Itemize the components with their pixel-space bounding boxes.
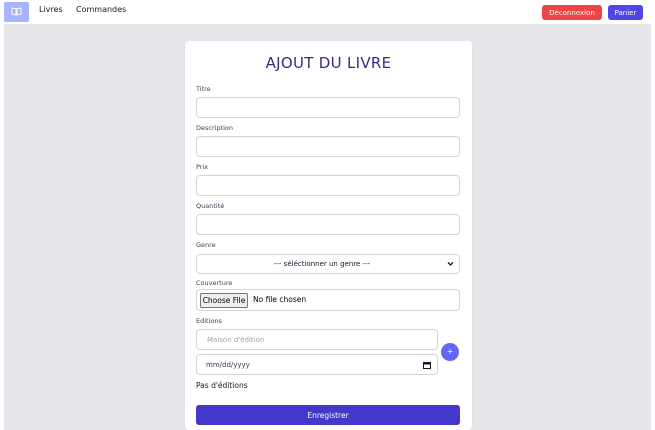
top-navbar: Livres Commandes Déconnexion Panier [0,0,655,24]
file-status: No file chosen [253,295,307,304]
couverture-file-input[interactable]: Choose File No file chosen [196,289,460,311]
genre-select[interactable]: --- séléctionner un genre --- [196,254,460,274]
publisher-placeholder: Maison d'édition [207,336,265,344]
genre-label: Genre [196,241,216,249]
add-book-card: AJOUT DU LIVRE Titre Description Prix Qu… [185,41,472,430]
choose-file-button[interactable]: Choose File [200,293,248,308]
editions-label: Editions [196,317,222,325]
no-editions-text: Pas d'éditions [196,381,248,390]
prix-input[interactable] [196,175,460,196]
genre-selected-value: --- séléctionner un genre --- [273,260,371,268]
calendar-icon[interactable] [423,361,431,369]
quantite-input[interactable] [196,214,460,235]
page-title: AJOUT DU LIVRE [265,54,392,72]
left-edge [0,24,4,430]
edition-date-input[interactable]: mm/dd/yyyy [196,354,438,375]
quantite-label: Quantité [196,202,225,210]
couverture-label: Couverture [196,279,233,287]
chevron-down-icon [447,262,454,266]
book-open-icon [11,7,22,16]
date-placeholder: mm/dd/yyyy [206,361,250,369]
logo[interactable] [4,2,29,22]
cart-button[interactable]: Panier [608,5,643,20]
description-input[interactable] [196,136,460,157]
nav-link-livres[interactable]: Livres [39,5,63,14]
submit-button[interactable]: Enregistrer [196,405,460,425]
logout-button[interactable]: Déconnexion [542,5,602,20]
titre-label: Titre [196,85,211,93]
titre-input[interactable] [196,97,460,118]
prix-label: Prix [196,163,209,171]
right-edge [651,24,655,430]
publisher-input[interactable]: Maison d'édition [196,329,438,350]
nav-link-commandes[interactable]: Commandes [76,5,126,14]
description-label: Description [196,124,234,132]
add-edition-button[interactable]: + [441,343,459,361]
